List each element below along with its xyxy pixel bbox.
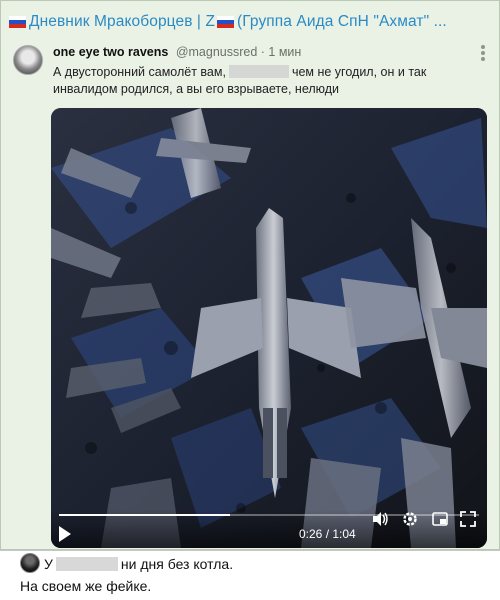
video-player[interactable]: 0:26 / 1:04 (51, 108, 487, 548)
redacted-name (228, 65, 289, 78)
russia-flag-icon (217, 16, 235, 28)
russia-flag-icon (9, 16, 26, 28)
video-frame (51, 108, 487, 548)
play-icon[interactable] (59, 526, 71, 542)
settings-gear-icon[interactable] (401, 510, 419, 528)
fullscreen-icon[interactable] (459, 510, 477, 528)
comment-line-1: Уни дня без котла. (44, 556, 233, 572)
comment-divider (0, 550, 500, 551)
comment-line1-prefix: У (44, 556, 53, 572)
channel-title: Дневник Мракоборцев | Z (29, 13, 216, 30)
channel-post: Дневник Мракоборцев | Z (Группа Аида СпН… (0, 0, 500, 550)
tweet-author-name: one eye two ravens (53, 45, 169, 59)
channel-header[interactable]: Дневник Мракоборцев | Z (Группа Аида СпН… (9, 11, 491, 33)
channel-title-suffix: (Группа Аида СпН "Ахмат" ... (237, 13, 447, 30)
tweet-text-part1: А двусторонний самолёт вам, (53, 65, 226, 79)
more-options-icon[interactable] (481, 45, 485, 61)
tweet-text: А двусторонний самолёт вам, чем не угодил… (53, 64, 473, 98)
video-controls: 0:26 / 1:04 (51, 510, 487, 548)
tweet-handle-time: @magnussred · 1 мин (175, 45, 302, 59)
comment-line1-suffix: ни дня без котла. (120, 556, 234, 572)
volume-icon[interactable] (371, 510, 389, 528)
redacted-name (55, 557, 118, 571)
tweet-meta: one eye two ravens @magnussred · 1 мин (53, 45, 301, 59)
video-progress-fill (59, 514, 230, 516)
tweet-author-avatar (13, 45, 43, 75)
video-time: 0:26 / 1:04 (299, 527, 356, 541)
commenter-avatar (20, 553, 40, 573)
picture-in-picture-icon[interactable] (431, 510, 449, 528)
comment-line-2: На своем же фейке. (20, 578, 152, 594)
